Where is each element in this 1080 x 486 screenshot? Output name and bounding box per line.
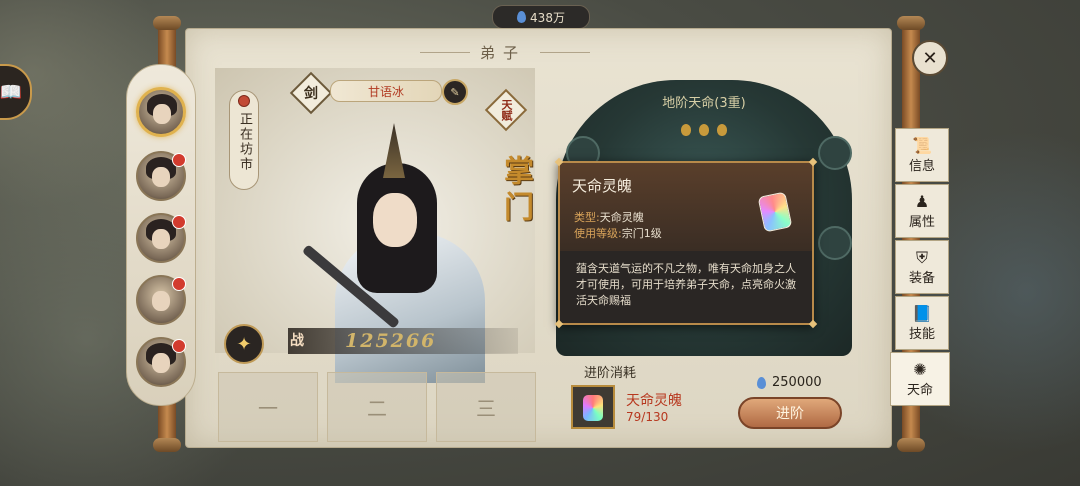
currency-value: 438万 (530, 10, 565, 25)
alert-dot (172, 339, 186, 353)
fate-flame-icon (681, 124, 691, 136)
power-value: 125266 (345, 330, 437, 352)
coin-amount: 250000 (772, 375, 822, 390)
slot-1[interactable]: 一 (218, 372, 318, 442)
tab-skills[interactable]: 📘 技能 (895, 296, 949, 350)
spirit-stone-icon (517, 11, 527, 23)
fate-flame-icon (717, 124, 727, 136)
tab-equipment[interactable]: ⛨ 装备 (895, 240, 949, 294)
disciple-list[interactable] (126, 64, 196, 406)
tab-attributes[interactable]: ♟ 属性 (895, 184, 949, 238)
status-text: 正在坊市 (237, 112, 252, 172)
cost-item-count: 79/130 (626, 410, 669, 424)
divider (540, 52, 590, 53)
star-button[interactable]: ✦ (224, 324, 264, 364)
alert-dot (172, 277, 186, 291)
fate-flame-icon (699, 124, 709, 136)
currency-display: 438万 (492, 5, 590, 29)
close-button[interactable]: ✕ (912, 40, 948, 76)
scroll-cap (153, 16, 181, 30)
tab-destiny[interactable]: ✺ 天命 (890, 352, 950, 406)
advance-button[interactable]: 进阶 (738, 397, 842, 429)
status-indicator: 正在坊市 (229, 90, 259, 190)
tooltip-type: 类型:天命灵魄 (574, 211, 644, 224)
destiny-node[interactable] (818, 226, 852, 260)
rank-title: 掌门 (498, 155, 533, 227)
scroll-cap (897, 438, 925, 452)
soul-gem-icon (583, 395, 603, 421)
tab-info[interactable]: 📜 信息 (895, 128, 949, 182)
slot-3[interactable]: 三 (436, 372, 536, 442)
destiny-title: 地阶天命(3重) (662, 96, 746, 111)
close-icon: ✕ (922, 47, 938, 69)
item-tooltip: 天命灵魄 类型:天命灵魄 使用等级:宗门1级 蕴含天道气运的不凡之物，唯有天命加… (554, 157, 818, 329)
sparkle-icon: ✦ (236, 333, 252, 355)
cost-item-slot[interactable] (571, 385, 615, 429)
coin-cost: 250000 (757, 375, 822, 390)
advance-cost-label: 进阶消耗 (584, 366, 637, 381)
disciple-avatar-4[interactable] (136, 275, 186, 325)
tooltip-description: 蕴含天道气运的不凡之物，唯有天命加身之人才可使用，可用于培养弟子天命，点亮命火激… (576, 262, 796, 307)
book-icon: 📖 (0, 81, 23, 103)
figure-icon: ♟ (914, 191, 930, 211)
alert-dot (172, 215, 186, 229)
location-pin-icon (238, 95, 250, 107)
character-name: 甘语冰 (330, 80, 442, 102)
disciple-avatar-3[interactable] (136, 213, 186, 263)
scroll-cap (897, 16, 925, 30)
spirit-stone-icon (757, 376, 766, 389)
rename-button[interactable]: ✎ (442, 79, 468, 105)
book-icon: 📘 (912, 303, 932, 323)
pen-icon: ✎ (450, 85, 460, 99)
cost-item-name: 天命灵魄 (626, 393, 682, 409)
tooltip-title: 天命灵魄 (572, 177, 633, 195)
destiny-node[interactable] (818, 136, 852, 170)
armor-icon: ⛨ (915, 247, 928, 267)
destiny-icon: ✺ (913, 359, 927, 379)
disciple-avatar-2[interactable] (136, 151, 186, 201)
tooltip-level: 使用等级:宗门1级 (574, 227, 662, 240)
slot-2[interactable]: 二 (327, 372, 427, 442)
disciple-avatar-5[interactable] (136, 337, 186, 387)
alert-dot (172, 153, 186, 167)
power-label: 战 (290, 333, 304, 349)
scroll-cap (153, 438, 181, 452)
disciple-avatar-1[interactable] (136, 87, 186, 137)
divider (420, 52, 470, 53)
page-title: 弟子 (479, 44, 527, 62)
character-portrait (301, 123, 485, 383)
scroll-icon: 📜 (912, 135, 932, 155)
